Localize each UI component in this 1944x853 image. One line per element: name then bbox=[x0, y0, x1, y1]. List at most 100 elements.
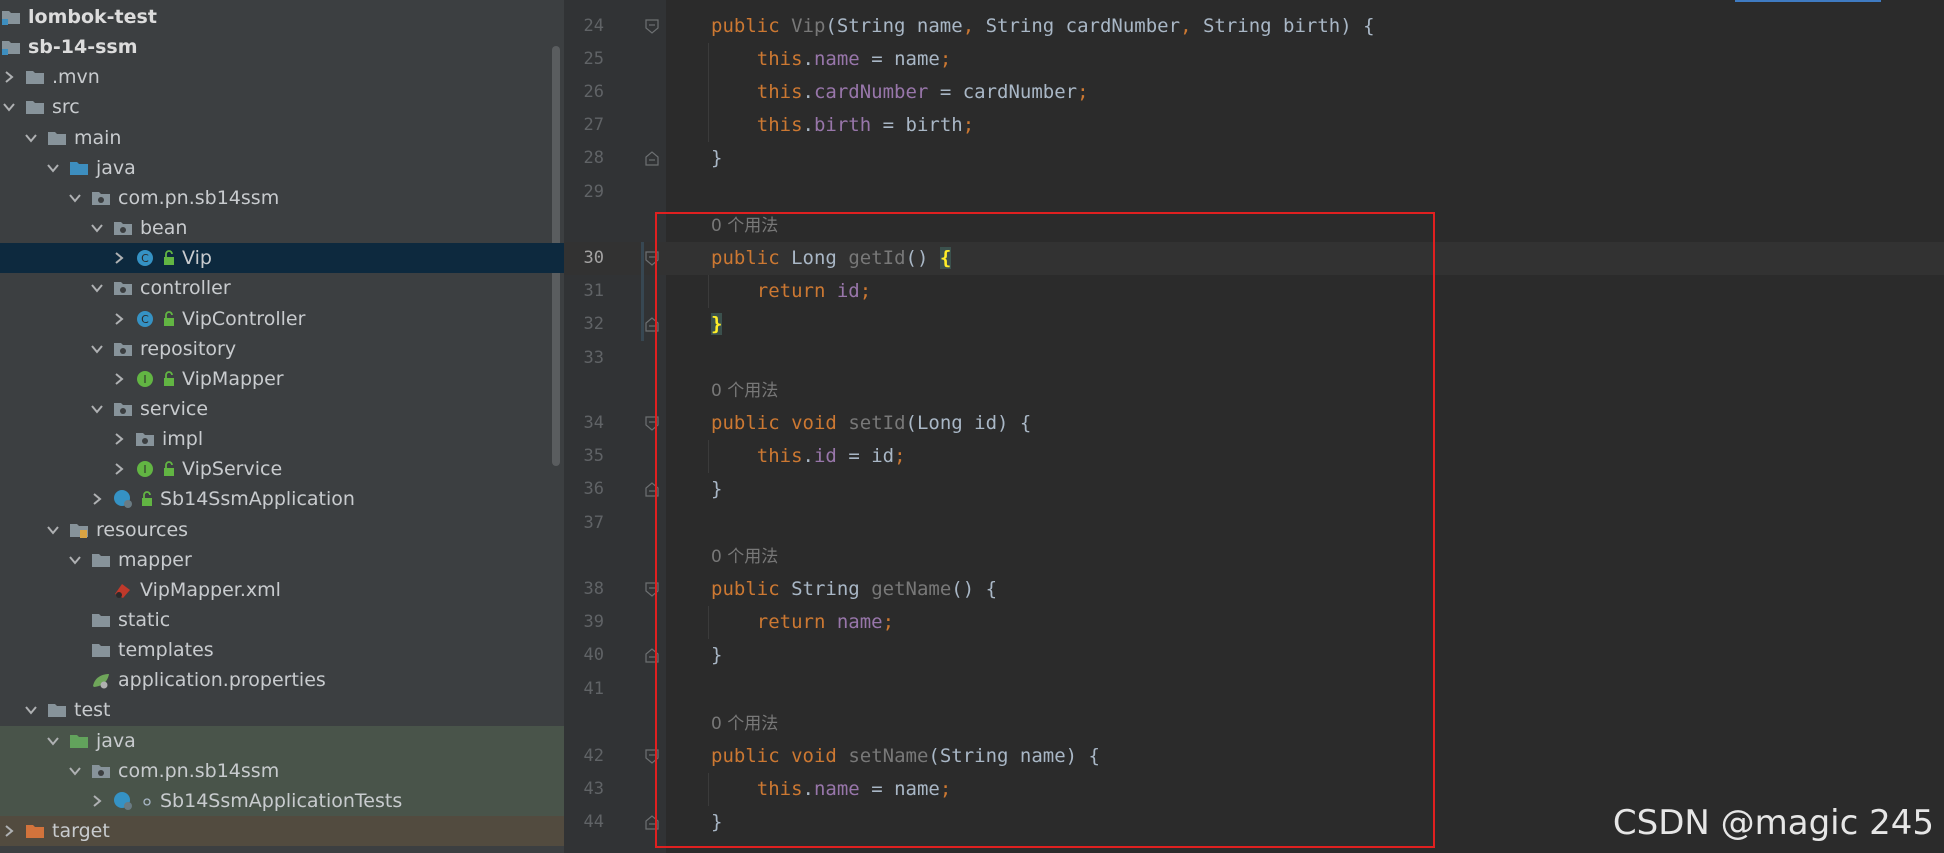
tree-item-application-properties[interactable]: application.properties bbox=[0, 665, 564, 695]
chevron-down-icon[interactable] bbox=[68, 191, 82, 205]
tree-item-label: repository bbox=[140, 337, 237, 360]
tree-item-resources[interactable]: resources bbox=[0, 515, 564, 545]
tree-item-src[interactable]: src bbox=[0, 92, 564, 122]
tree-item-templates[interactable]: templates bbox=[0, 635, 564, 665]
chevron-right-icon[interactable] bbox=[112, 462, 126, 476]
tree-item-static[interactable]: static bbox=[0, 605, 564, 635]
tree-item-controller[interactable]: controller bbox=[0, 273, 564, 303]
line-number: 24 bbox=[583, 16, 604, 36]
chevron-right-icon[interactable] bbox=[2, 70, 16, 84]
editor-tab-indicator bbox=[1735, 0, 1881, 2]
access-public-icon bbox=[162, 461, 176, 477]
chevron-down-icon[interactable] bbox=[24, 703, 38, 717]
tree-item-vipmapper[interactable]: I VipMapper bbox=[0, 364, 564, 394]
tree-item-sb-14-ssm[interactable]: sb-14-ssm bbox=[0, 32, 564, 62]
chevron-down-icon[interactable] bbox=[46, 734, 60, 748]
chevron-down-icon[interactable] bbox=[90, 281, 104, 295]
tree-item-label: bean bbox=[140, 217, 188, 240]
tree-item-repository[interactable]: repository bbox=[0, 334, 564, 364]
tree-item-package[interactable]: com.pn.sb14ssm bbox=[0, 183, 564, 213]
test-folder-icon bbox=[68, 731, 90, 751]
fold-end-icon[interactable] bbox=[645, 151, 659, 166]
tree-item-vipservice[interactable]: I VipService bbox=[0, 454, 564, 484]
chevron-down-icon[interactable] bbox=[90, 402, 104, 416]
package-icon bbox=[90, 188, 112, 208]
code-text: this.name = name; bbox=[756, 48, 952, 70]
chevron-down-icon[interactable] bbox=[90, 221, 104, 235]
code-line[interactable]: 26 this.cardNumber = cardNumber; bbox=[564, 76, 1944, 109]
interface-icon: I bbox=[134, 459, 156, 479]
tree-item-vip[interactable]: C Vip bbox=[0, 243, 564, 274]
chevron-down-icon[interactable] bbox=[90, 342, 104, 356]
line-number: 37 bbox=[583, 513, 604, 533]
chevron-down-icon[interactable] bbox=[68, 764, 82, 778]
chevron-right-icon[interactable] bbox=[112, 251, 126, 265]
tree-item-label: java bbox=[96, 729, 136, 752]
line-number: 38 bbox=[583, 579, 604, 599]
tree-item-label: com.pn.sb14ssm bbox=[118, 186, 280, 209]
svg-text:C: C bbox=[141, 252, 149, 265]
svg-text:C: C bbox=[141, 313, 149, 326]
tree-item-sb14ssmapplication[interactable]: Sb14SsmApplication bbox=[0, 484, 564, 514]
code-line[interactable]: 25 this.name = name; bbox=[564, 43, 1944, 76]
chevron-down-icon[interactable] bbox=[24, 131, 38, 145]
vcs-change-marker[interactable] bbox=[641, 242, 644, 341]
line-number: 31 bbox=[583, 281, 604, 301]
chevron-down-icon[interactable] bbox=[46, 523, 60, 537]
tree-item-lombok-test[interactable]: lombok-test bbox=[0, 2, 564, 32]
package-icon bbox=[112, 399, 134, 419]
tree-item-test[interactable]: test bbox=[0, 695, 564, 725]
fold-start-icon[interactable] bbox=[645, 19, 659, 34]
line-number: 27 bbox=[583, 115, 604, 135]
tree-item-target[interactable]: target bbox=[0, 816, 564, 847]
line-number: 33 bbox=[583, 348, 604, 368]
chevron-right-icon[interactable] bbox=[112, 372, 126, 386]
chevron-right-icon[interactable] bbox=[90, 492, 104, 506]
line-number: 25 bbox=[583, 49, 604, 69]
access-public-icon bbox=[140, 491, 154, 507]
tree-item-service[interactable]: service bbox=[0, 394, 564, 424]
class-icon: C bbox=[134, 248, 156, 268]
line-number: 43 bbox=[583, 779, 604, 799]
tree-item-impl[interactable]: impl bbox=[0, 424, 564, 454]
code-line[interactable]: 24 public Vip(String name, String cardNum… bbox=[564, 10, 1944, 43]
line-number: 36 bbox=[583, 479, 604, 499]
code-line[interactable]: 28} bbox=[564, 142, 1944, 175]
tree-item-vipmapper-xml[interactable]: VipMapper.xml bbox=[0, 575, 564, 605]
tree-item-sb14ssmapplicationtests[interactable]: Sb14SsmApplicationTests bbox=[0, 785, 564, 816]
chevron-down-icon[interactable] bbox=[46, 161, 60, 175]
package-icon bbox=[112, 339, 134, 359]
tree-item-test-java[interactable]: java bbox=[0, 725, 564, 756]
code-line[interactable]: 27 this.birth = birth; bbox=[564, 109, 1944, 142]
tree-item-label: sb-14-ssm bbox=[28, 36, 138, 59]
chevron-right-icon[interactable] bbox=[2, 824, 16, 838]
tree-item-mapper[interactable]: mapper bbox=[0, 545, 564, 575]
chevron-right-icon[interactable] bbox=[112, 312, 126, 326]
line-number: 44 bbox=[583, 812, 604, 832]
tree-item-main[interactable]: main bbox=[0, 123, 564, 153]
watermark: CSDN @magic 245 bbox=[1612, 803, 1934, 843]
line-number: 32 bbox=[583, 314, 604, 334]
chevron-down-icon[interactable] bbox=[2, 100, 16, 114]
tree-item-mvn[interactable]: .mvn bbox=[0, 62, 564, 92]
code-text: } bbox=[711, 147, 723, 169]
line-number: 29 bbox=[583, 182, 604, 202]
access-public-icon bbox=[162, 250, 176, 266]
chevron-right-icon[interactable] bbox=[112, 432, 126, 446]
class-icon: C bbox=[134, 309, 156, 329]
tree-item-vipcontroller[interactable]: C VipController bbox=[0, 304, 564, 334]
chevron-down-icon[interactable] bbox=[68, 553, 82, 567]
code-text: public Vip(String name, String cardNumbe… bbox=[711, 15, 1375, 37]
folder-icon bbox=[46, 128, 68, 148]
svg-text:I: I bbox=[143, 463, 146, 476]
tree-item-bean[interactable]: bean bbox=[0, 213, 564, 243]
tree-item-label: com.pn.sb14ssm bbox=[118, 759, 280, 782]
svg-text:I: I bbox=[143, 373, 146, 386]
code-line[interactable]: 29 bbox=[564, 176, 1944, 209]
tree-item-test-package[interactable]: com.pn.sb14ssm bbox=[0, 755, 564, 786]
tree-item-java[interactable]: java bbox=[0, 153, 564, 183]
spring-properties-icon bbox=[90, 670, 112, 690]
tree-item-label: resources bbox=[96, 518, 189, 541]
tree-item-label: VipController bbox=[182, 307, 306, 330]
chevron-right-icon[interactable] bbox=[90, 794, 104, 808]
